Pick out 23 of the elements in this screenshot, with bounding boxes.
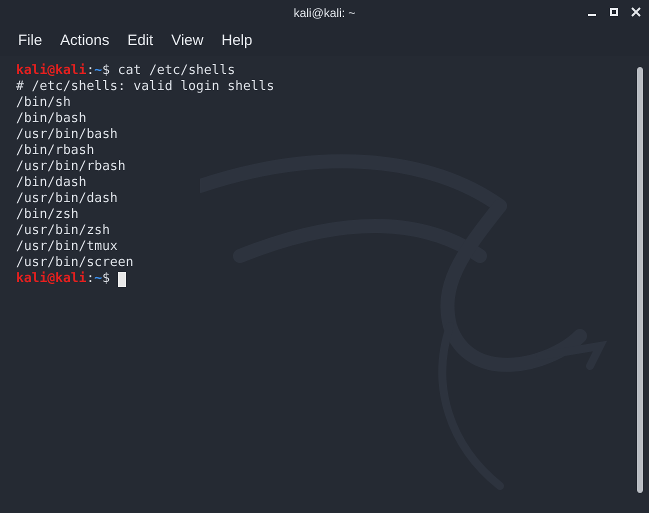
output-line: /usr/bin/rbash [16, 159, 126, 175]
menu-item[interactable]: Actions [52, 30, 118, 52]
output-line: /usr/bin/zsh [16, 223, 110, 239]
output-line: /usr/bin/screen [16, 255, 134, 271]
output-line: /usr/bin/bash [16, 127, 118, 143]
maximize-button[interactable] [607, 5, 621, 19]
output-line: /bin/dash [16, 175, 86, 191]
command-line: kali@kali:~$ [16, 271, 126, 287]
output-line: /bin/zsh [16, 207, 79, 223]
scrollbar[interactable] [637, 67, 643, 493]
menu-item[interactable]: View [163, 30, 212, 52]
window-title: kali@kali: ~ [294, 5, 356, 22]
menu-item[interactable]: Edit [119, 30, 162, 52]
output-line: /usr/bin/tmux [16, 239, 118, 255]
output-line: # /etc/shells: valid login shells [16, 79, 274, 95]
output-line: /bin/bash [16, 111, 86, 127]
output-line: /usr/bin/dash [16, 191, 118, 207]
menu-item[interactable]: Help [213, 30, 260, 52]
output-line: /bin/sh [16, 95, 71, 111]
menu-item[interactable]: File [10, 30, 50, 52]
close-button[interactable] [629, 5, 643, 19]
command-line: kali@kali:~$ cat /etc/shells [16, 63, 236, 79]
output-line: /bin/rbash [16, 143, 94, 159]
